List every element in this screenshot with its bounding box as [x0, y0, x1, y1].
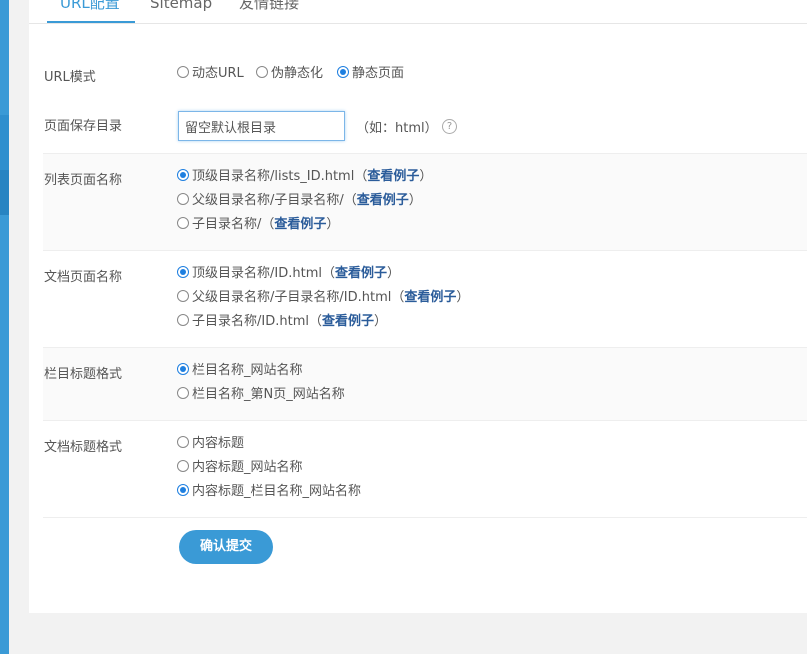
tab-bar: URL配置 Sitemap 友情链接	[29, 0, 807, 24]
tab-friend-links[interactable]: 友情链接	[239, 0, 299, 23]
radio-circle[interactable]	[177, 217, 189, 229]
radio-pseudo-static[interactable]: 伪静态化	[256, 64, 323, 84]
doc-page-name-label: 文档页面名称	[44, 270, 123, 285]
doc-page-name-row: 文档页面名称 顶级目录名称/ID.html（查看例子） 父级目录名称/子目录名称…	[43, 251, 807, 348]
radio-circle-checked[interactable]	[177, 266, 189, 278]
submit-button[interactable]: 确认提交	[179, 530, 273, 564]
radio-circle[interactable]	[177, 387, 189, 399]
radio-doc-top-dir[interactable]: 顶级目录名称/ID.html（查看例子）	[177, 264, 400, 284]
radio-circle-checked[interactable]	[337, 66, 349, 78]
list-page-name-label: 列表页面名称	[44, 173, 123, 188]
settings-panel: URL配置 Sitemap 友情链接 URL模式 动态URL 伪静态化 静态页面…	[29, 0, 807, 613]
column-title-format-label: 栏目标题格式	[44, 367, 123, 382]
tab-sitemap[interactable]: Sitemap	[150, 0, 212, 23]
radio-doc-title-column-site[interactable]: 内容标题_栏目名称_网站名称	[177, 482, 361, 502]
example-link[interactable]: 查看例子	[335, 266, 387, 281]
doc-title-format-row: 文档标题格式 内容标题 内容标题_网站名称 内容标题_栏目名称_网站名称	[43, 421, 807, 518]
url-mode-row: URL模式 动态URL 伪静态化 静态页面	[43, 58, 807, 92]
radio-circle-checked[interactable]	[177, 169, 189, 181]
column-title-format-row: 栏目标题格式 栏目名称_网站名称 栏目名称_第N页_网站名称	[43, 348, 807, 421]
sidebar-strip-segment	[0, 115, 9, 170]
radio-circle[interactable]	[177, 314, 189, 326]
radio-column-title-page-site[interactable]: 栏目名称_第N页_网站名称	[177, 385, 345, 405]
example-link[interactable]: 查看例子	[404, 290, 456, 305]
radio-static-page[interactable]: 静态页面	[337, 64, 404, 84]
radio-circle[interactable]	[177, 460, 189, 472]
radio-circle[interactable]	[256, 66, 268, 78]
radio-circle-checked[interactable]	[177, 484, 189, 496]
doc-title-format-label: 文档标题格式	[44, 440, 123, 455]
radio-doc-child-dir[interactable]: 子目录名称/ID.html（查看例子）	[177, 312, 387, 332]
question-circle-icon[interactable]: ?	[442, 119, 457, 134]
radio-list-top-dir[interactable]: 顶级目录名称/lists_ID.html（查看例子）	[177, 167, 432, 187]
example-link[interactable]: 查看例子	[274, 217, 326, 232]
save-dir-input[interactable]	[178, 111, 345, 141]
tab-url-config[interactable]: URL配置	[47, 0, 135, 23]
radio-doc-parent-child-dir[interactable]: 父级目录名称/子目录名称/ID.html（查看例子）	[177, 288, 469, 308]
example-link[interactable]: 查看例子	[367, 169, 419, 184]
list-page-name-row: 列表页面名称 顶级目录名称/lists_ID.html（查看例子） 父级目录名称…	[43, 154, 807, 251]
left-sidebar-strip	[0, 0, 9, 654]
radio-doc-title-site[interactable]: 内容标题_网站名称	[177, 458, 303, 478]
radio-doc-title[interactable]: 内容标题	[177, 434, 244, 454]
example-link[interactable]: 查看例子	[357, 193, 409, 208]
radio-circle[interactable]	[177, 193, 189, 205]
radio-circle[interactable]	[177, 66, 189, 78]
url-mode-label: URL模式	[44, 70, 96, 85]
save-dir-label: 页面保存目录	[44, 119, 123, 134]
radio-circle-checked[interactable]	[177, 363, 189, 375]
radio-list-parent-child-dir[interactable]: 父级目录名称/子目录名称/（查看例子）	[177, 191, 422, 211]
radio-column-title-site[interactable]: 栏目名称_网站名称	[177, 361, 303, 381]
sidebar-strip-segment-active	[0, 170, 9, 215]
radio-circle[interactable]	[177, 290, 189, 302]
radio-list-child-dir[interactable]: 子目录名称/（查看例子）	[177, 215, 339, 235]
example-link[interactable]: 查看例子	[322, 314, 374, 329]
save-dir-hint: （如：html）	[356, 121, 438, 136]
radio-dynamic-url[interactable]: 动态URL	[177, 64, 244, 84]
radio-circle[interactable]	[177, 436, 189, 448]
